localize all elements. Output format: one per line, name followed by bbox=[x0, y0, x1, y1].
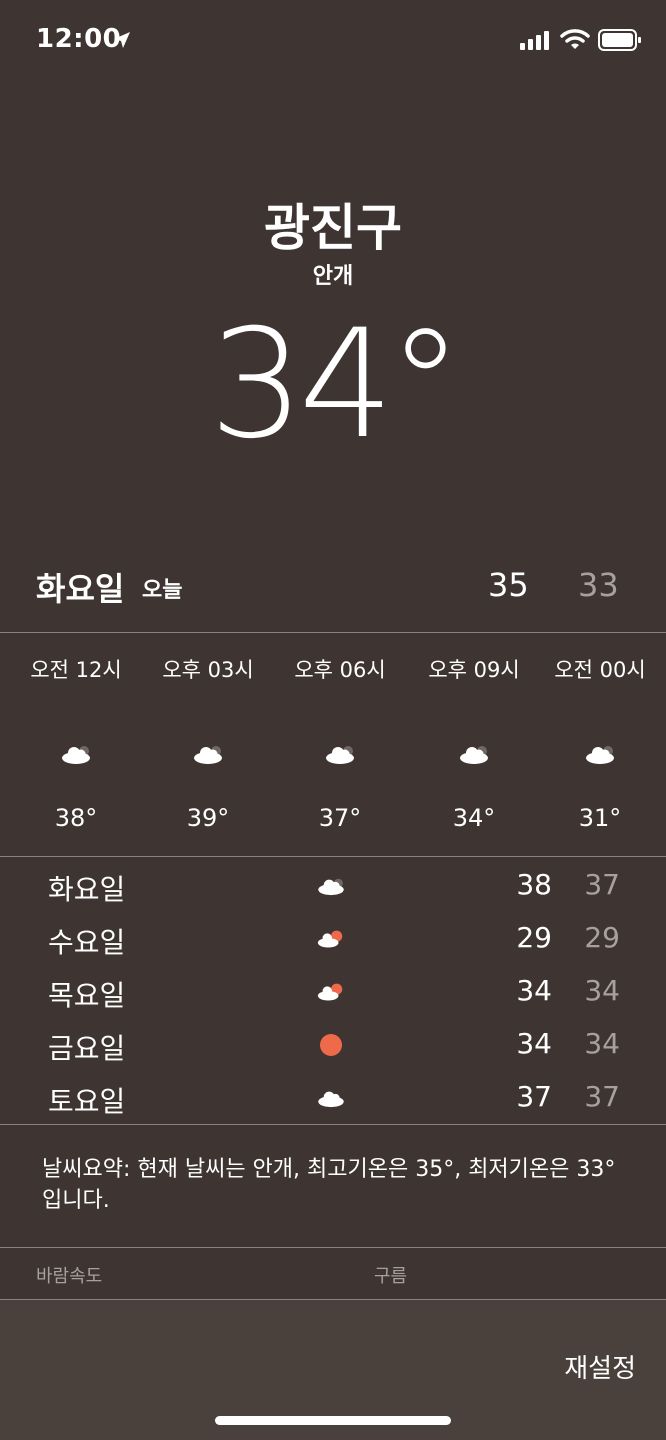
battery-icon bbox=[598, 29, 641, 51]
day-low: 29 bbox=[584, 921, 620, 954]
divider bbox=[0, 856, 666, 857]
cloud-icon bbox=[274, 734, 406, 774]
hour-time: 오후 03시 bbox=[162, 658, 254, 682]
cloud-icon bbox=[408, 734, 540, 774]
day-low: 34 bbox=[584, 1027, 620, 1060]
daily-row: 수요일 29 29 bbox=[0, 911, 666, 964]
current-temperature: 34° bbox=[209, 298, 463, 472]
reset-button[interactable]: 재설정 bbox=[564, 1348, 636, 1385]
cloud-sun-icon bbox=[313, 978, 349, 1006]
hourly-item: 오전 12시 38° bbox=[10, 654, 142, 832]
hour-time: 오전 00시 bbox=[554, 658, 646, 682]
hour-time: 오후 09시 bbox=[428, 658, 520, 682]
day-high: 38 bbox=[516, 868, 552, 901]
hourly-item: 오후 06시 37° bbox=[274, 654, 406, 832]
day-name: 화요일 bbox=[48, 873, 126, 906]
today-low: 33 bbox=[578, 566, 619, 604]
location-arrow-icon bbox=[114, 32, 130, 48]
hourly-item: 오전 00시 31° bbox=[534, 654, 666, 832]
today-label: 오늘 bbox=[142, 578, 183, 603]
weather-condition: 안개 bbox=[312, 264, 354, 289]
hour-temp: 39° bbox=[186, 804, 230, 832]
sun-icon bbox=[313, 1031, 349, 1059]
hour-temp: 34° bbox=[452, 804, 496, 832]
day-high: 37 bbox=[516, 1080, 552, 1113]
day-name: 토요일 bbox=[48, 1085, 126, 1118]
today-day: 화요일 bbox=[36, 570, 125, 608]
cloud-icon bbox=[10, 734, 142, 774]
home-indicator[interactable] bbox=[215, 1416, 451, 1425]
divider bbox=[0, 1247, 666, 1248]
cloud-icon bbox=[142, 734, 274, 774]
cloud-sun-icon bbox=[313, 925, 349, 953]
hour-temp: 37° bbox=[318, 804, 362, 832]
divider bbox=[0, 632, 666, 633]
day-high: 34 bbox=[516, 974, 552, 1007]
cloud-label: 구름 bbox=[374, 1266, 408, 1287]
day-high: 34 bbox=[516, 1027, 552, 1060]
cloud-icon bbox=[313, 1084, 349, 1112]
daily-row: 목요일 34 34 bbox=[0, 964, 666, 1017]
wind-speed-label: 바람속도 bbox=[36, 1266, 103, 1287]
day-low: 34 bbox=[584, 974, 620, 1007]
daily-row: 토요일 37 37 bbox=[0, 1070, 666, 1123]
hourly-item: 오후 03시 39° bbox=[142, 654, 274, 832]
hour-time: 오후 06시 bbox=[294, 658, 386, 682]
hour-temp: 38° bbox=[54, 804, 98, 832]
cellular-signal-icon bbox=[520, 31, 549, 50]
day-name: 수요일 bbox=[48, 926, 126, 959]
status-time: 12:00 bbox=[36, 24, 122, 54]
hour-temp: 31° bbox=[578, 804, 622, 832]
weather-summary: 날씨요약: 현재 날씨는 안개, 최고기온은 35°, 최저기온은 33°입니다… bbox=[42, 1157, 616, 1213]
day-name: 목요일 bbox=[48, 979, 126, 1012]
day-low: 37 bbox=[584, 868, 620, 901]
daily-row: 금요일 34 34 bbox=[0, 1017, 666, 1070]
daily-row: 화요일 38 37 bbox=[0, 858, 666, 911]
day-high: 29 bbox=[516, 921, 552, 954]
day-name: 금요일 bbox=[48, 1032, 126, 1065]
day-low: 37 bbox=[584, 1080, 620, 1113]
wifi-icon bbox=[560, 29, 590, 49]
divider bbox=[0, 1124, 666, 1125]
hourly-item: 오후 09시 34° bbox=[408, 654, 540, 832]
cloud-icon bbox=[534, 734, 666, 774]
city-name: 광진구 bbox=[264, 199, 402, 257]
cloud-icon bbox=[313, 872, 349, 900]
today-high: 35 bbox=[488, 566, 529, 604]
divider bbox=[0, 1299, 666, 1300]
hour-time: 오전 12시 bbox=[30, 658, 122, 682]
